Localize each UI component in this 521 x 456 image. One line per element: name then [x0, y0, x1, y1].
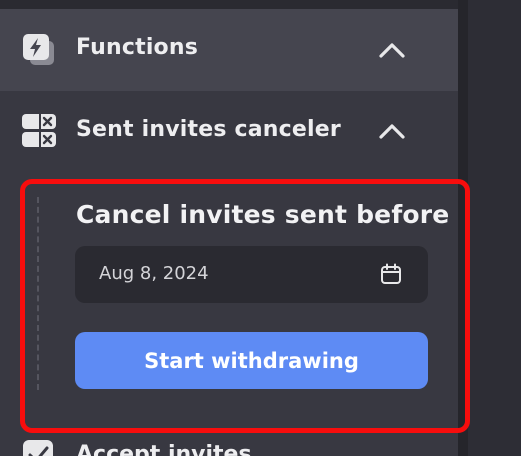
top-bar — [0, 0, 458, 9]
check-icon — [21, 438, 57, 456]
chevron-up-icon[interactable] — [378, 121, 406, 141]
sidebar-item-label: Functions — [76, 35, 199, 60]
chevron-up-icon[interactable] — [378, 40, 406, 60]
lightning-icon — [21, 32, 57, 68]
sidebar-item-label: Accept invites — [76, 442, 252, 456]
sidebar-item-functions[interactable]: Functions — [0, 9, 458, 91]
sidebar-item-accept-invites[interactable]: Accept invites — [0, 436, 458, 456]
sidebar-item-label: Sent invites canceler — [76, 117, 341, 142]
highlight-box — [20, 179, 470, 433]
sidebar-item-sent-invites-canceler[interactable]: Sent invites canceler — [0, 91, 458, 173]
cancel-grid-icon — [21, 112, 57, 148]
